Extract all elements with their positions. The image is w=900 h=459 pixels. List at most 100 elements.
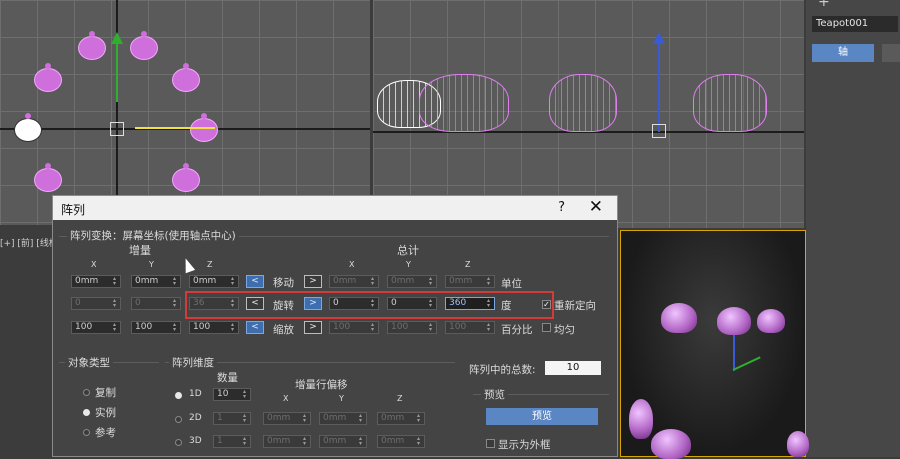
reorient-checkbox[interactable]: ✓	[542, 300, 551, 309]
move-inc-z[interactable]: 0mm	[189, 275, 239, 288]
dialog-titlebar[interactable]: 阵列 ? ✕	[53, 196, 617, 220]
total-in-array-label: 阵列中的总数:	[469, 364, 536, 376]
rotate-inc-z[interactable]: 36	[189, 297, 239, 310]
scale-inc-x[interactable]: 100	[71, 321, 121, 334]
help-button[interactable]: ?	[558, 200, 565, 215]
command-panel: + Teapot001 轴	[806, 0, 900, 457]
uniform-label: 均匀	[554, 324, 575, 336]
rendered-teapot	[629, 399, 653, 439]
scale-total-z[interactable]: 100	[445, 321, 495, 334]
total-x-header: X	[349, 260, 355, 269]
move-inc-y[interactable]: 0mm	[131, 275, 181, 288]
viewport-top[interactable]	[0, 0, 370, 225]
teapot[interactable]	[172, 163, 200, 192]
viewport-perspective[interactable]	[620, 230, 809, 459]
scale-right-arrow-button[interactable]: >	[304, 321, 322, 334]
rotate-total-z[interactable]: 360	[445, 297, 495, 310]
gizmo-z-axis	[733, 335, 735, 371]
teapot[interactable]	[34, 163, 62, 192]
gizmo-z-axis	[658, 40, 660, 132]
uniform-checkbox[interactable]	[542, 323, 551, 332]
instance-label: 实例	[95, 407, 116, 419]
teapot-wireframe[interactable]	[693, 74, 767, 132]
rotate-inc-y[interactable]: 0	[131, 297, 181, 310]
teapot-selected[interactable]	[14, 113, 42, 142]
offset-x-header: X	[283, 394, 289, 403]
move-inc-x[interactable]: 0mm	[71, 275, 121, 288]
offset-3d-y[interactable]: 0mm	[319, 435, 367, 448]
move-total-y[interactable]: 0mm	[387, 275, 437, 288]
teapot[interactable]	[172, 63, 200, 92]
gizmo-y-arrow-icon	[111, 32, 123, 44]
array-dialog: 阵列 ? ✕ 阵列变换：屏幕坐标(使用轴点中心) 增量 总计 X Y Z X Y…	[52, 195, 618, 457]
show-as-box-checkbox[interactable]	[486, 439, 495, 448]
instance-radio[interactable]	[83, 409, 90, 416]
inc-z-header: Z	[207, 260, 213, 269]
gizmo-x-axis	[135, 127, 215, 129]
dim-1d-radio[interactable]	[175, 392, 182, 399]
gizmo-y-axis	[732, 356, 761, 371]
teapot-wireframe[interactable]	[419, 74, 509, 132]
teapot[interactable]	[34, 63, 62, 92]
teapot[interactable]	[130, 31, 158, 60]
rendered-teapot	[757, 309, 785, 333]
offset-2d-x[interactable]: 0mm	[263, 412, 311, 425]
total-y-header: Y	[406, 260, 411, 269]
count-1d-field[interactable]: 10	[213, 388, 251, 401]
move-label: 移动	[273, 277, 294, 289]
pivot-axis-button[interactable]: 轴	[812, 44, 874, 62]
rendered-teapot	[717, 307, 751, 335]
move-right-arrow-button[interactable]: >	[304, 275, 322, 288]
dim-1d-label: 1D	[189, 389, 202, 399]
reference-radio[interactable]	[83, 429, 90, 436]
count-2d-field[interactable]: 1	[213, 412, 251, 425]
scale-total-y[interactable]: 100	[387, 321, 437, 334]
offset-2d-y[interactable]: 0mm	[319, 412, 367, 425]
offset-3d-x[interactable]: 0mm	[263, 435, 311, 448]
dialog-title: 阵列	[61, 203, 86, 217]
inc-y-header: Y	[149, 260, 154, 269]
totals-header: 总计	[397, 244, 419, 257]
offset-3d-z[interactable]: 0mm	[377, 435, 425, 448]
move-total-x[interactable]: 0mm	[329, 275, 379, 288]
rotate-right-arrow-button[interactable]: >	[304, 297, 322, 310]
scale-left-arrow-button[interactable]: <	[246, 321, 264, 334]
teapot[interactable]	[78, 31, 106, 60]
row-offset-header: 增量行偏移	[295, 379, 348, 391]
show-as-box-label: 显示为外框	[498, 439, 551, 451]
scale-unit-label: 百分比	[501, 324, 533, 336]
scale-total-x[interactable]: 100	[329, 321, 379, 334]
rendered-teapot	[787, 431, 809, 457]
scale-label: 缩放	[273, 324, 294, 336]
dim-3d-radio[interactable]	[175, 439, 182, 446]
array-dimensions-title: 阵列维度	[169, 355, 217, 370]
scale-inc-y[interactable]: 100	[131, 321, 181, 334]
teapot[interactable]	[190, 113, 218, 142]
panel-button[interactable]	[882, 44, 900, 62]
inc-x-header: X	[91, 260, 97, 269]
offset-2d-z[interactable]: 0mm	[377, 412, 425, 425]
total-in-array-field[interactable]: 10	[545, 361, 601, 375]
teapot-wireframe[interactable]	[549, 74, 617, 132]
close-button[interactable]: ✕	[589, 197, 603, 217]
preview-button[interactable]: 预览	[486, 408, 598, 425]
rotate-left-arrow-button[interactable]: <	[246, 297, 264, 310]
scale-inc-z[interactable]: 100	[189, 321, 239, 334]
move-left-arrow-button[interactable]: <	[246, 275, 264, 288]
dim-2d-radio[interactable]	[175, 416, 182, 423]
viewport-front[interactable]	[373, 0, 804, 228]
pivot-box-icon	[652, 124, 666, 138]
gizmo-z-arrow-icon	[653, 32, 665, 44]
copy-label: 复制	[95, 387, 116, 399]
count-3d-field[interactable]: 1	[213, 435, 251, 448]
object-name-field[interactable]: Teapot001	[812, 16, 898, 32]
rotate-inc-x[interactable]: 0	[71, 297, 121, 310]
rotate-total-y[interactable]: 0	[387, 297, 437, 310]
copy-radio[interactable]	[83, 389, 90, 396]
move-total-z[interactable]: 0mm	[445, 275, 495, 288]
rotate-total-x[interactable]: 0	[329, 297, 379, 310]
rotate-unit-label: 度	[501, 300, 512, 312]
dim-3d-label: 3D	[189, 436, 202, 446]
create-icon[interactable]: +	[818, 0, 830, 10]
count-header: 数量	[217, 372, 238, 384]
